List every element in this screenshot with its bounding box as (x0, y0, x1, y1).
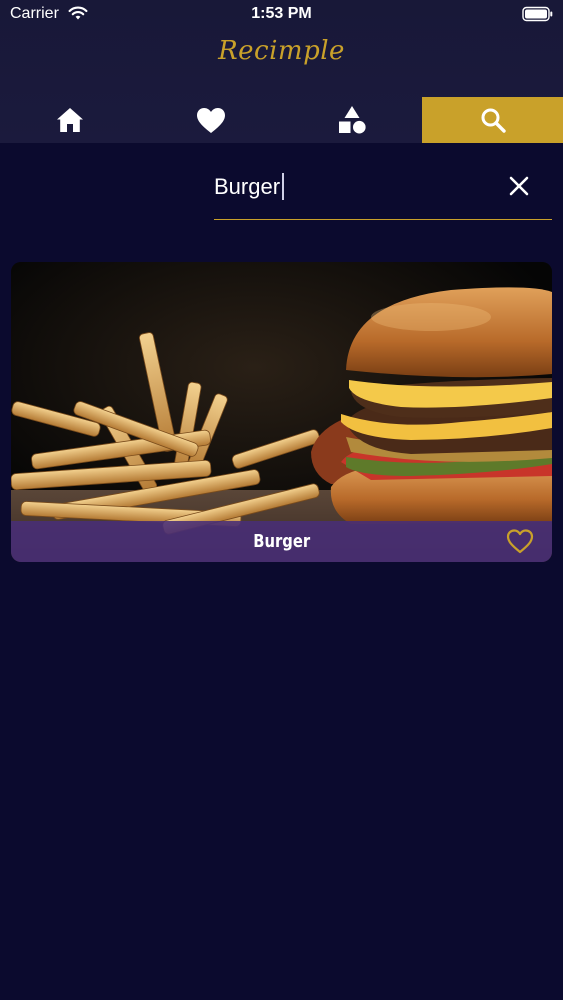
tab-search[interactable] (422, 97, 563, 143)
burger-and-fries-photo (11, 262, 552, 562)
status-bar: Carrier 1:53 PM (0, 0, 563, 30)
search-icon (481, 108, 506, 133)
app-header: Carrier 1:53 PM Recimple (0, 0, 563, 143)
tab-home[interactable] (0, 97, 141, 143)
battery-icon (522, 6, 553, 22)
recipe-title: Burger (253, 531, 310, 552)
card-footer: Burger (11, 521, 552, 562)
home-icon (57, 108, 84, 132)
status-time: 1:53 PM (251, 5, 312, 22)
search-bar (214, 165, 552, 220)
heart-outline-icon[interactable] (506, 528, 534, 554)
search-input[interactable] (214, 169, 484, 205)
text-caret (282, 173, 284, 200)
tab-categories[interactable] (282, 97, 423, 143)
tab-favorites[interactable] (141, 97, 282, 143)
shapes-icon (338, 106, 366, 134)
recipe-card[interactable]: Burger (11, 262, 552, 562)
heart-icon (197, 107, 226, 133)
app-title: Recimple (218, 36, 345, 66)
tab-bar (0, 97, 563, 143)
close-icon[interactable] (508, 175, 530, 197)
